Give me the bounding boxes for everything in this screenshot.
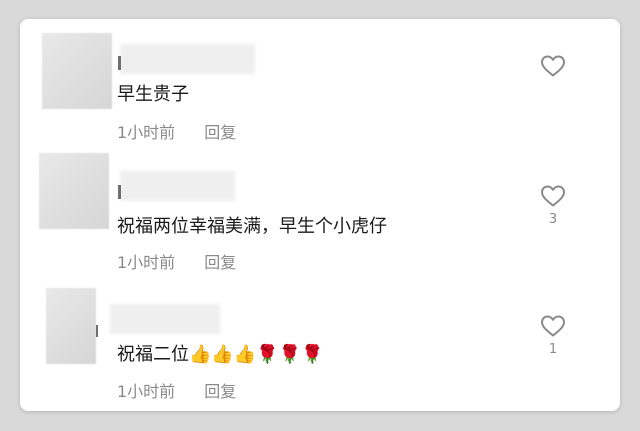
comment-list: 早生贵子 1小时前 回复 祝福两位幸福美满，早生个小虎仔 1小时前 回复 3 祝… [20,19,620,411]
heart-outline-icon [541,315,565,337]
comment-time: 1小时前 [117,123,176,142]
comment-meta: 1小时前 回复 [117,119,236,143]
username-fragment [118,56,121,70]
avatar-blurred[interactable] [46,288,96,364]
comment-time: 1小时前 [117,253,176,272]
heart-outline-icon [541,55,565,77]
like-count: 3 [548,212,558,227]
comment-text-content: 祝福二位👍👍👍🌹🌹🌹 [117,344,324,365]
like-button[interactable] [537,54,569,82]
comment-meta: 1小时前 回复 [117,249,236,273]
avatar-blurred[interactable] [42,33,112,109]
like-count: 1 [548,342,558,357]
like-button[interactable]: 1 [537,314,569,357]
comment-text: 早生贵子 [117,84,189,105]
comment-text: 祝福二位👍👍👍🌹🌹🌹 [117,340,323,366]
reply-button[interactable]: 回复 [204,382,236,401]
comment-meta: 1小时前 回复 [117,378,236,402]
like-button[interactable]: 3 [537,184,569,227]
comment-text: 祝福两位幸福美满，早生个小虎仔 [117,216,387,237]
avatar-blurred[interactable] [39,153,109,229]
comment-time: 1小时前 [117,382,176,401]
heart-outline-icon [541,185,565,207]
username-fragment [118,185,121,199]
reply-button[interactable]: 回复 [204,123,236,142]
username-blurred[interactable] [110,304,220,334]
username-fragment [96,325,98,337]
reply-button[interactable]: 回复 [204,253,236,272]
username-blurred[interactable] [120,44,255,74]
username-blurred[interactable] [120,171,235,201]
